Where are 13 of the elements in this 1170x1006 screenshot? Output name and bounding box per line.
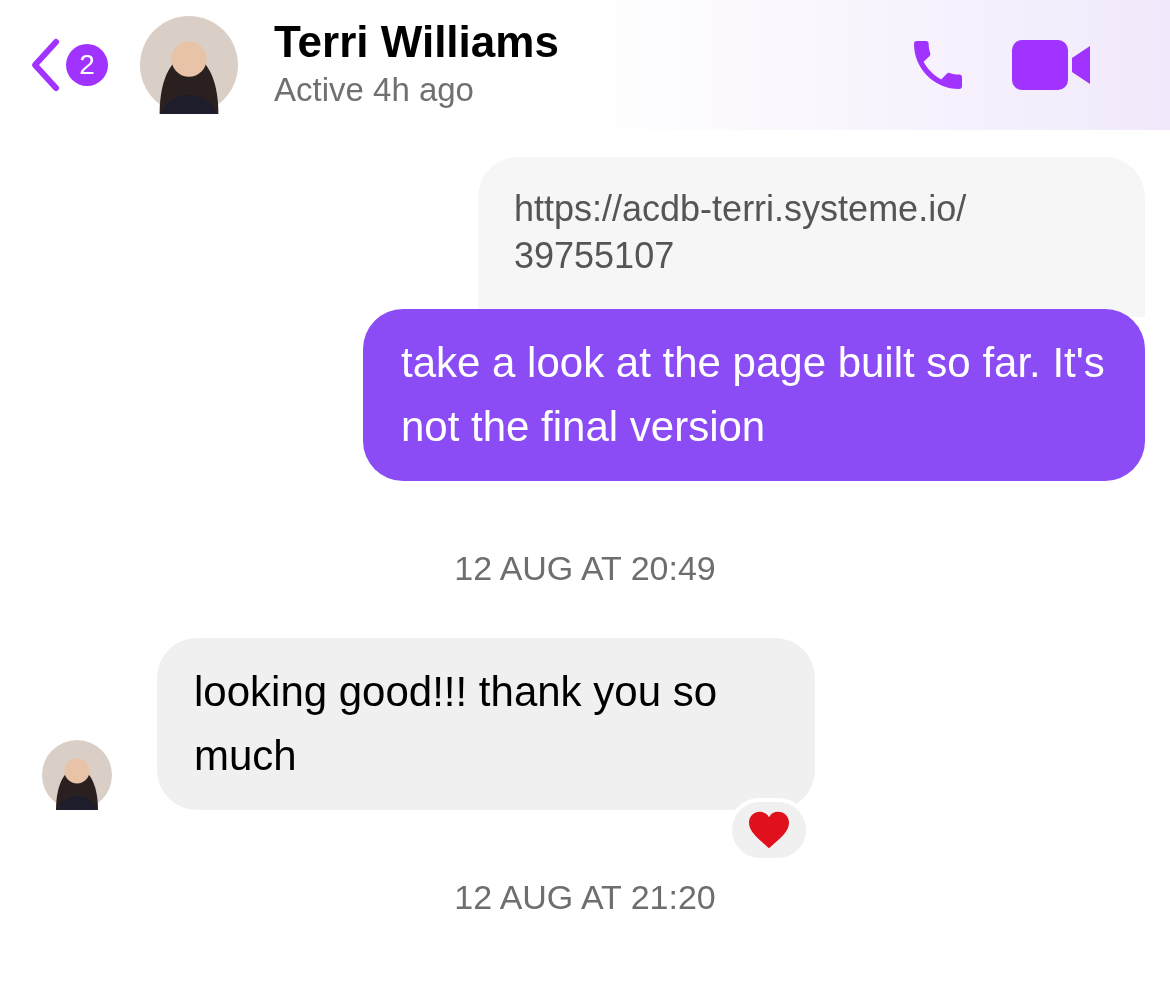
received-message: looking good!!! thank you so much (157, 638, 815, 810)
back-button[interactable]: 2 (28, 36, 108, 94)
avatar (42, 740, 112, 810)
video-camera-icon (1012, 38, 1092, 92)
replied-message: https://acdb-terri.systeme.io/ 39755107 (478, 157, 1145, 317)
active-status: Active 4h ago (274, 70, 475, 110)
heart-icon (747, 810, 791, 850)
timestamp: 12 AUG AT 20:49 (454, 548, 716, 589)
video-call-button[interactable] (1012, 38, 1092, 92)
timestamp: 12 AUG AT 21:20 (454, 877, 716, 918)
sent-message: take a look at the page built so far. It's not the final version (363, 309, 1145, 481)
unread-badge: 2 (66, 44, 108, 86)
contact-name: Terri Williams (274, 16, 559, 68)
